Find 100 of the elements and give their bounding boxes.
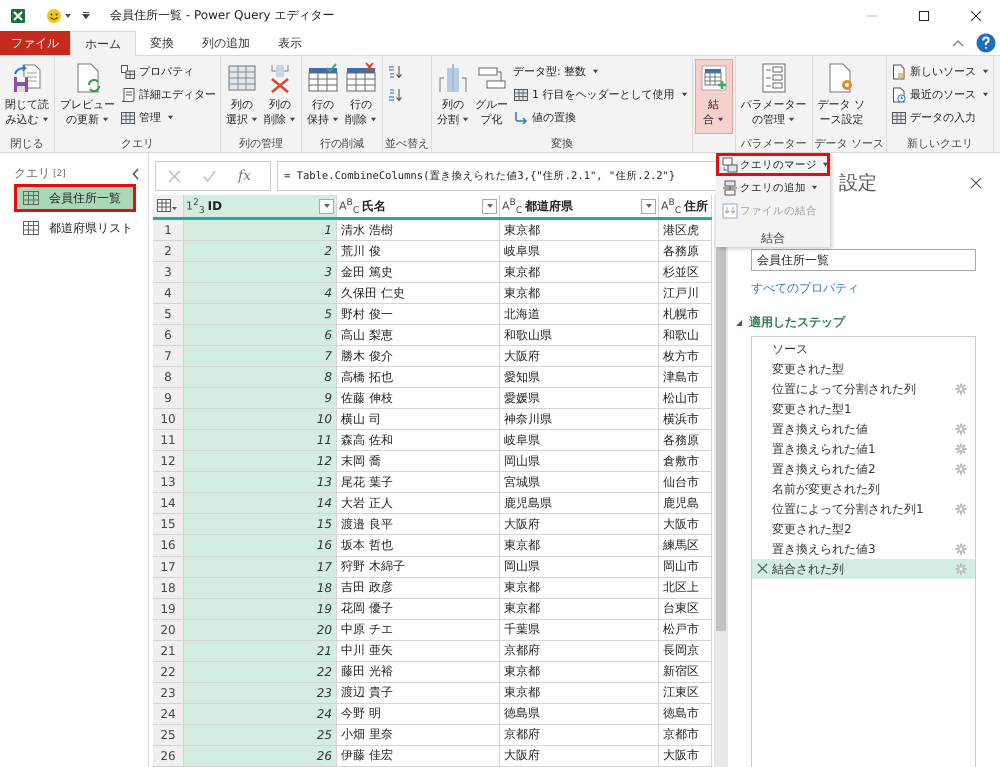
ribbon-button[interactable]: パラメーター の管理 <box>738 59 810 134</box>
ribbon-button[interactable]: 行の 削除 <box>342 59 380 134</box>
step-item[interactable]: 変更された型 <box>752 359 975 379</box>
step-item[interactable]: 置き換えられた値 <box>752 419 975 439</box>
column-header[interactable]: A$^{B}$$_{C}$ 都道府県 <box>500 195 658 218</box>
ribbon-button[interactable]: データ ソ ース設定 <box>814 59 868 134</box>
table-cell: 1 <box>184 218 336 241</box>
maximize-icon[interactable] <box>918 10 930 22</box>
ribbon-button[interactable]: データ型: 整数 <box>511 61 690 82</box>
help-icon[interactable] <box>976 33 996 53</box>
step-item[interactable]: 変更された型2 <box>752 519 975 539</box>
collapse-pane-icon[interactable] <box>132 168 140 180</box>
row-number: 22 <box>153 661 184 682</box>
ribbon-button[interactable]: 列の 分割 <box>434 59 472 134</box>
table-cell: 大阪府 <box>500 346 658 367</box>
table-cell: 和歌山県 <box>500 324 658 346</box>
ribbon-button[interactable]: プロパティ <box>118 61 218 82</box>
scrollbar[interactable] <box>714 195 728 767</box>
step-item[interactable]: 置き換えられた値2 <box>752 459 975 479</box>
table-cell: 岡山県 <box>500 450 658 472</box>
collapse-ribbon-icon[interactable] <box>952 39 964 47</box>
step-item[interactable]: 置き換えられた値3 <box>752 539 975 559</box>
step-item[interactable]: 名前が変更された列 <box>752 479 975 499</box>
column-header[interactable]: 1$^{2}$$_{3}$ ID <box>184 195 336 218</box>
all-properties-link[interactable]: すべてのプロパティ <box>751 280 859 297</box>
table-cell: 長岡京 <box>658 640 712 662</box>
table-cell: 札幌市 <box>658 304 712 325</box>
ribbon-tab[interactable]: 表示 <box>264 31 316 55</box>
filter-button[interactable] <box>641 198 656 214</box>
table-cell: 高橋 拓也 <box>336 366 500 388</box>
ribbon-tab[interactable]: ホーム <box>70 31 136 56</box>
ribbon-button[interactable]: 結 合 <box>694 59 732 134</box>
ribbon-tab[interactable]: 変換 <box>136 31 188 55</box>
menu-item[interactable]: クエリのマージ <box>716 153 830 176</box>
properties-icon <box>120 64 136 80</box>
query-item[interactable]: 都道府県リスト <box>14 214 136 242</box>
ribbon-button[interactable]: 列の 削除 <box>261 59 299 134</box>
table-cell: 5 <box>184 304 336 325</box>
filter-button[interactable] <box>319 198 334 214</box>
step-item[interactable]: 置き換えられた値1 <box>752 439 975 459</box>
group-label: 変換 <box>550 136 573 150</box>
split-column-icon <box>437 62 469 94</box>
ribbon-button[interactable]: 新しいソース <box>889 61 991 82</box>
customize-icon[interactable] <box>82 11 90 20</box>
check-icon[interactable] <box>203 170 216 182</box>
close-icon[interactable] <box>970 10 982 22</box>
table-cell: 港区虎 <box>658 218 712 241</box>
merge-queries-icon <box>722 156 738 172</box>
column-name: 住所 <box>684 198 709 214</box>
table-cell: 小畑 里奈 <box>336 724 500 746</box>
table-cell: 岡山市 <box>658 556 712 578</box>
expand-icon[interactable] <box>735 318 743 326</box>
query-item[interactable]: 会員住所一覧 <box>14 184 136 212</box>
step-item[interactable]: 位置によって分割された列1 <box>752 499 975 519</box>
close-icon[interactable] <box>970 177 982 189</box>
ribbon-button[interactable]: 管理 <box>118 107 218 128</box>
ribbon-button[interactable]: グルー プ化 <box>472 59 511 134</box>
step-item[interactable]: ソース <box>752 339 975 359</box>
table-cell: 鹿児島 <box>658 492 712 514</box>
ribbon-tab[interactable]: 列の追加 <box>188 31 264 55</box>
table-cell: 18 <box>184 577 336 598</box>
row-number: 16 <box>153 534 184 556</box>
column-header[interactable]: A$^{B}$$_{C}$ 住所 <box>658 195 712 218</box>
ribbon-tab[interactable]: ファイル <box>0 31 70 55</box>
delete-icon[interactable] <box>757 563 768 574</box>
table-cell: 16 <box>184 534 336 556</box>
table-cell: 東京都 <box>500 262 658 283</box>
table-cell: 各務原 <box>658 430 712 451</box>
step-item[interactable]: 変更された型1 <box>752 399 975 419</box>
table-cell: 21 <box>184 640 336 662</box>
ribbon-button[interactable]: 詳細エディター <box>118 84 218 105</box>
caret-icon[interactable] <box>64 12 72 20</box>
table-cell: 大阪府 <box>500 745 658 766</box>
ribbon-button[interactable]: 閉じて読 み込む <box>2 59 52 134</box>
ribbon-button[interactable]: 1 行目をヘッダーとして使用 <box>511 84 690 105</box>
excel-icon[interactable] <box>10 8 26 24</box>
ribbon-button[interactable]: データの入力 <box>889 107 991 128</box>
ribbon-button[interactable]: プレビュー の更新 <box>57 59 118 134</box>
caret-icon <box>370 116 377 123</box>
remove-rows-icon <box>345 62 377 94</box>
table-cell: 東京都 <box>500 661 658 682</box>
row-number: 18 <box>153 577 184 598</box>
table-cell: 京都市 <box>658 724 712 746</box>
ribbon-button[interactable]: 列の 選択 <box>223 59 261 134</box>
table-cell: 大阪市 <box>658 514 712 535</box>
filter-button[interactable] <box>482 198 497 214</box>
name-field[interactable]: 会員住所一覧 <box>751 249 976 271</box>
table-cell: 中川 亜矢 <box>336 640 500 662</box>
ribbon-button[interactable]: 値の置換 <box>511 107 690 128</box>
step-item[interactable]: 結合された列 <box>752 559 975 579</box>
step-item[interactable]: 位置によって分割された列 <box>752 379 975 399</box>
caret-icon <box>322 202 330 210</box>
smiley-icon[interactable] <box>46 8 62 24</box>
caret-icon <box>167 114 174 121</box>
table-cell: 24 <box>184 703 336 724</box>
ribbon-button[interactable]: 行の 保持 <box>304 59 342 134</box>
column-header[interactable]: A$^{B}$$_{C}$ 氏名 <box>336 195 500 218</box>
replace-icon <box>513 110 529 126</box>
caret-icon <box>811 184 818 191</box>
ribbon-button[interactable]: 最近のソース <box>889 84 991 105</box>
